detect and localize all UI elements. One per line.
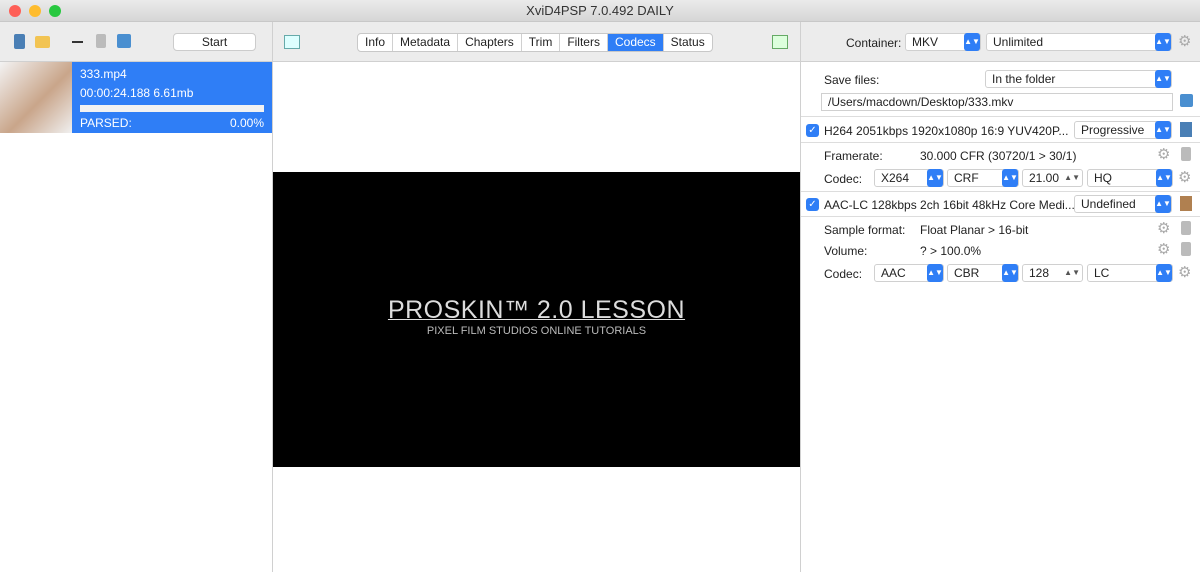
gear-icon[interactable]: ⚙ — [1157, 219, 1170, 237]
bitrate-stepper[interactable]: 128 ▲▼ — [1022, 264, 1083, 282]
minimize-button[interactable] — [29, 5, 41, 17]
status-label: PARSED: — [80, 116, 132, 130]
progress-bar — [80, 105, 264, 112]
profile-select[interactable]: LC ▲▼ — [1087, 264, 1173, 282]
sample-format-value: Float Planar > 16-bit — [920, 223, 1029, 237]
gear-icon[interactable]: ⚙ — [1178, 263, 1191, 281]
container-select[interactable]: MKV ▲▼ — [905, 33, 981, 51]
zoom-button[interactable] — [49, 5, 61, 17]
tab-bar: Info Metadata Chapters Trim Filters Code… — [357, 33, 713, 52]
tab-codecs[interactable]: Codecs — [607, 34, 664, 51]
save-files-label: Save files: — [824, 73, 880, 87]
size-limit-select[interactable]: Unlimited ▲▼ — [986, 33, 1172, 51]
trash-icon[interactable] — [1181, 147, 1191, 161]
preset-select[interactable]: HQ ▲▼ — [1087, 169, 1173, 187]
open-video-icon[interactable] — [14, 34, 25, 49]
video-thumbnail — [0, 62, 72, 133]
gear-icon[interactable]: ⚙ — [1178, 168, 1191, 186]
audio-codec-label: Codec: — [824, 267, 863, 281]
scan-type-select[interactable]: Progressive ▲▼ — [1074, 121, 1172, 139]
file-name: 333.mp4 — [80, 67, 127, 81]
video-track-checkbox[interactable]: ✓ — [806, 124, 819, 137]
gear-icon[interactable]: ⚙ — [1157, 240, 1170, 258]
divider — [801, 191, 1200, 192]
tab-chapters[interactable]: Chapters — [458, 34, 522, 51]
trash-icon[interactable] — [1181, 242, 1191, 256]
preview-subtitle: PIXEL FILM STUDIOS ONLINE TUTORIALS — [426, 325, 647, 337]
language-select[interactable]: Undefined ▲▼ — [1074, 195, 1172, 213]
trash-icon[interactable] — [96, 34, 106, 48]
close-button[interactable] — [9, 5, 21, 17]
framerate-value: 30.000 CFR (30720/1 > 30/1) — [920, 149, 1077, 163]
audio-codec-select[interactable]: AAC ▲▼ — [874, 264, 944, 282]
tab-filters[interactable]: Filters — [560, 34, 608, 51]
prev-frame-icon[interactable] — [284, 35, 300, 49]
gear-icon[interactable]: ⚙ — [1178, 32, 1191, 50]
file-info: 00:00:24.188 6.61mb — [80, 86, 194, 100]
save-icon[interactable] — [117, 34, 131, 48]
video-preview[interactable]: PROSKIN™ 2.0 LESSON PIXEL FILM STUDIOS O… — [273, 172, 800, 467]
gear-icon[interactable]: ⚙ — [1157, 145, 1170, 163]
volume-value: ? > 100.0% — [920, 244, 982, 258]
rate-mode-select[interactable]: CRF ▲▼ — [947, 169, 1019, 187]
progress-percent: 0.00% — [229, 116, 264, 130]
window-title: XviD4PSP 7.0.492 DAILY — [526, 3, 674, 18]
framerate-label: Framerate: — [824, 149, 883, 163]
save-files-select[interactable]: In the folder ▲▼ — [985, 70, 1172, 88]
audio-mode-select[interactable]: CBR ▲▼ — [947, 264, 1019, 282]
volume-label: Volume: — [824, 244, 868, 258]
queue-item[interactable]: 333.mp4 00:00:24.188 6.61mb PARSED: 0.00% — [72, 62, 272, 133]
film-icon[interactable] — [1180, 122, 1192, 137]
tab-status[interactable]: Status — [664, 34, 712, 51]
divider — [801, 142, 1200, 143]
video-track-summary: H264 2051kbps 1920x1080p 16:9 YUV420P... — [824, 124, 1069, 138]
crf-stepper[interactable]: 21.00 ▲▼ — [1022, 169, 1083, 187]
tab-info[interactable]: Info — [358, 34, 394, 51]
save-icon[interactable] — [1180, 94, 1193, 107]
container-label: Container: — [846, 36, 902, 50]
remove-icon[interactable] — [72, 41, 83, 43]
audio-track-checkbox[interactable]: ✓ — [806, 198, 819, 211]
divider — [801, 116, 1200, 117]
tab-trim[interactable]: Trim — [522, 34, 561, 51]
folder-icon[interactable] — [35, 36, 50, 48]
sample-format-label: Sample format: — [824, 223, 906, 237]
output-path-input[interactable]: /Users/macdown/Desktop/333.mkv — [821, 93, 1173, 111]
video-codec-label: Codec: — [824, 172, 863, 186]
start-button[interactable]: Start — [173, 33, 256, 51]
video-codec-select[interactable]: X264 ▲▼ — [874, 169, 944, 187]
divider — [800, 22, 801, 572]
preview-title: PROSKIN™ 2.0 LESSON — [387, 296, 686, 324]
next-frame-icon[interactable] — [772, 35, 788, 49]
audio-track-summary: AAC-LC 128kbps 2ch 16bit 48kHz Core Medi… — [824, 198, 1075, 212]
tab-metadata[interactable]: Metadata — [393, 34, 459, 51]
title-bar: XviD4PSP 7.0.492 DAILY — [0, 0, 1200, 22]
trash-icon[interactable] — [1181, 221, 1191, 235]
speaker-icon[interactable] — [1180, 196, 1192, 211]
divider — [801, 216, 1200, 217]
